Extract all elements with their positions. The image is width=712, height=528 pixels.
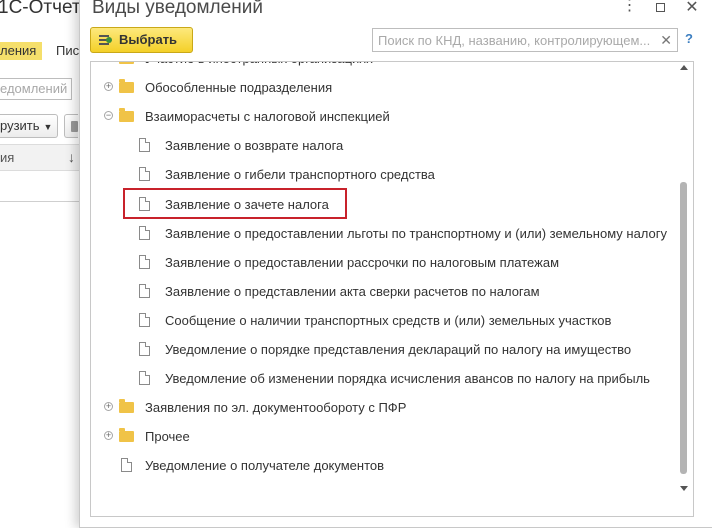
folder-icon [119,428,134,443]
tree-folder-row[interactable]: + Обособленные подразделения [91,73,676,102]
expand-icon[interactable]: + [104,431,113,441]
document-icon [139,138,150,153]
tree-item-label: Заявление о возврате налога [165,138,344,154]
clear-icon[interactable]: ✕ [660,31,672,49]
background-window-title: 1С-Отчет [0,0,81,18]
highlight-frame [123,188,347,219]
sort-down-icon[interactable]: ↓ [68,145,75,170]
select-list-icon [99,35,112,45]
expand-icon[interactable]: + [104,402,113,412]
printer-icon [71,121,78,132]
tree-item-label: Заявление о представлении акта сверки ра… [165,283,540,299]
tree-item-label: Участие в иностранных организациях [145,62,373,73]
tree-item-row[interactable]: Уведомление о порядке представления декл… [91,335,676,364]
document-icon [139,167,150,182]
background-load-button[interactable]: рузить ▼ [0,114,58,138]
tree-item-label: Сообщение о наличии транспортных средств… [165,312,612,328]
background-tab-active[interactable]: ления [0,42,43,60]
tree-item-row[interactable]: Уведомление о получателе документов [91,451,676,480]
collapse-icon[interactable]: − [104,111,113,121]
maximize-button[interactable] [651,0,669,17]
tree-item-row[interactable]: Сообщение о наличии транспортных средств… [91,306,676,335]
document-icon [139,312,150,327]
tree-item-row[interactable]: Заявление о гибели транспортного средств… [91,160,676,189]
tree-item-label: Взаиморасчеты с налоговой инспекцией [145,109,390,125]
background-load-label: рузить [0,118,40,133]
notification-tree[interactable]: Уведомление о получателе документов + Проч… [90,61,694,517]
background-search-input[interactable]: едомлений [0,78,72,100]
tree-item-label: Заявления по эл. документообороту с ПФР [145,400,407,416]
tree-item-row[interactable]: Заявление о возврате налога [91,131,676,160]
expand-icon[interactable]: + [104,82,113,92]
document-icon [139,225,150,240]
tree-item-label: Уведомление о порядке представления декл… [165,342,632,357]
document-icon [139,283,150,298]
tree-item-label: Уведомление о получателе документов [145,458,385,474]
maximize-icon [655,3,665,12]
tree-item-label: Уведомление об изменении порядка исчисле… [165,371,650,387]
tree-folder-row[interactable]: − Взаиморасчеты с налоговой инспекцией [91,102,676,131]
folder-icon [119,79,134,94]
folder-icon [119,399,134,414]
background-toolbar-button[interactable] [64,114,78,138]
tree-item-label: Прочее [145,429,190,445]
document-icon [139,371,150,386]
document-icon [121,458,132,473]
select-button[interactable]: Выбрать [90,27,193,53]
dialog-title: Виды уведомлений [92,0,263,18]
tree-item-label: Обособленные подразделения [145,80,333,96]
tree-item-row[interactable]: Заявление о представлении акта сверки ра… [91,277,676,306]
more-icon[interactable]: ⋮ [620,0,638,17]
notification-types-dialog: Виды уведомлений ⋮ ✕ Выбрать ✕ ? Уведомл… [79,0,712,528]
tree-folder-row[interactable]: + Прочее [91,422,676,451]
help-button[interactable]: ? [682,31,696,47]
scroll-down-icon[interactable] [680,486,688,491]
search-input[interactable] [373,29,653,51]
tree-item-row[interactable]: Заявление о предоставлении рассрочки по … [91,248,676,277]
folder-icon [119,108,134,123]
document-icon [139,254,150,269]
tree-item-row[interactable]: Заявление о предоставлении льготы по тра… [91,219,676,248]
background-column-label: ия [0,150,15,165]
document-icon [139,342,150,356]
scroll-thumb[interactable] [680,182,687,474]
background-tab[interactable]: Пис [56,43,79,58]
background-column-header[interactable]: ия ↓ [0,144,80,171]
close-button[interactable]: ✕ [683,0,701,17]
select-button-label: Выбрать [119,32,178,47]
scrollbar[interactable] [679,62,689,498]
tree-item-row[interactable]: Уведомление об изменении порядка исчисле… [91,364,676,393]
background-divider [0,201,80,202]
tree-folder-row[interactable]: + Заявления по эл. документообороту с ПФР [91,393,676,422]
tree-item-label: Заявление о гибели транспортного средств… [165,167,435,183]
folder-icon [119,62,134,64]
chevron-down-icon: ▼ [43,122,53,132]
tree-item-label: Заявление о предоставлении рассрочки по … [165,254,560,270]
tree-item-label: Заявление о предоставлении льготы по тра… [165,225,667,241]
tree-folder-row[interactable]: + Участие в иностранных организациях [91,61,676,73]
expand-icon[interactable]: + [104,61,113,62]
search-field[interactable]: ✕ [372,28,678,52]
scroll-up-icon[interactable] [680,65,688,70]
